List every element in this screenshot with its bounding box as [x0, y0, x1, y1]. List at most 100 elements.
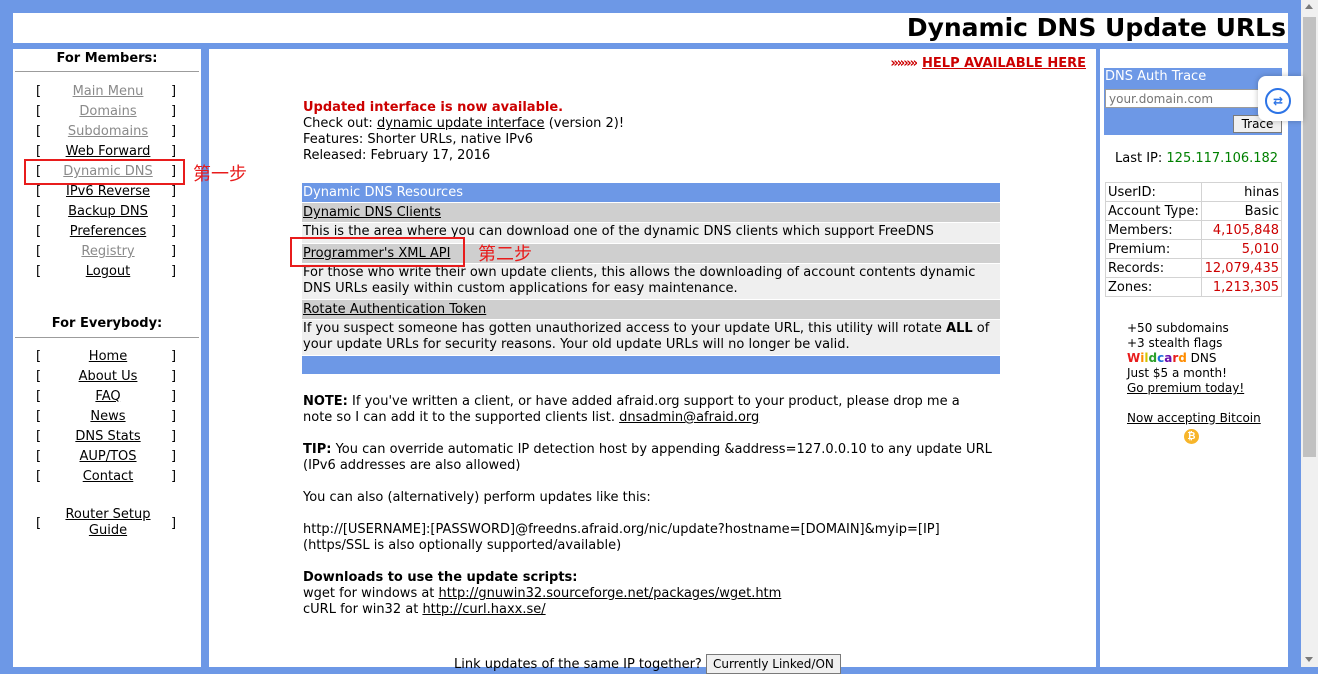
stats-label: Records:	[1104, 258, 1203, 278]
checkout-prefix: Check out:	[303, 116, 377, 131]
bracket-left: [	[36, 124, 42, 139]
dynamic-update-interface-link[interactable]: dynamic update interface	[377, 116, 545, 131]
bracket-left: [	[36, 469, 42, 484]
checkout-suffix: (version 2)!	[544, 116, 625, 131]
bracket-left: [	[36, 184, 42, 199]
alt-update-url: http://[USERNAME]:[PASSWORD]@freedns.afr…	[303, 522, 940, 537]
floating-widget[interactable]: ⇄	[1258, 76, 1303, 121]
bracket-right: ]	[171, 389, 177, 404]
go-premium-link[interactable]: Go premium today!	[1127, 381, 1244, 395]
help-arrows-icon: »»»»	[890, 56, 918, 71]
checkout-line: Check out: dynamic update interface (ver…	[303, 116, 624, 132]
sidebar-item-news[interactable]: [News]	[13, 407, 201, 427]
stats-value: 12,079,435	[1201, 258, 1282, 278]
resource-title-row: Dynamic DNS Clients	[302, 203, 1000, 223]
stats-value: 5,010	[1201, 239, 1282, 259]
page-scrollbar[interactable]	[1301, 0, 1318, 667]
wget-line: wget for windows at http://gnuwin32.sour…	[303, 586, 782, 601]
wget-link[interactable]: http://gnuwin32.sourceforge.net/packages…	[439, 586, 782, 601]
sidebar-item-aup-tos[interactable]: [AUP/TOS]	[13, 447, 201, 467]
features-line: Features: Shorter URLs, native IPv6	[303, 132, 533, 147]
stats-value: Basic	[1201, 201, 1282, 221]
sidebar-item-faq[interactable]: [ FAQ]	[13, 387, 201, 407]
resource-desc: For those who write their own update cli…	[302, 264, 1000, 300]
trace-domain-input[interactable]	[1105, 89, 1283, 108]
premium-promo: +50 subdomains +3 stealth flags Wildcard…	[1127, 321, 1261, 426]
scroll-thumb[interactable]	[1303, 17, 1316, 457]
stats-label: Zones:	[1104, 277, 1203, 297]
everybody-section-title: For Everybody:	[51, 316, 163, 331]
sidebar-link-subdomains[interactable]: Subdomains	[48, 122, 168, 142]
bracket-right: ]	[171, 469, 177, 484]
bracket-right: ]	[171, 349, 177, 364]
sidebar-item-home[interactable]: [Home]	[13, 347, 201, 367]
sidebar-item-contact[interactable]: [ Contact]	[13, 467, 201, 487]
stats-row: Zones: 1,213,305	[1104, 277, 1282, 297]
account-stats-table: UserID: hinas Account Type: Basic Members: 4,…	[1104, 182, 1282, 297]
scroll-down-arrow-icon[interactable]	[1305, 657, 1313, 662]
stats-value: 1,213,305	[1201, 277, 1282, 297]
stats-value: 4,105,848	[1201, 220, 1282, 240]
sidebar-link-router-setup-guide[interactable]: Router Setup Guide	[58, 507, 158, 539]
note-paragraph: NOTE: If you've written a client, or hav…	[303, 394, 960, 425]
bracket-left: [	[36, 429, 42, 444]
dynamic-dns-clients-link[interactable]: Dynamic DNS Clients	[303, 205, 441, 220]
sidebar-link-domains[interactable]: Domains	[48, 102, 168, 122]
bracket-left: [	[36, 369, 42, 384]
stats-label: Premium:	[1104, 239, 1203, 259]
scroll-up-arrow-icon[interactable]	[1305, 4, 1313, 9]
sidebar-link-dns-stats[interactable]: DNS Stats	[48, 427, 168, 447]
sidebar-link-main-menu[interactable]: Main Menu	[48, 82, 168, 102]
tip-paragraph: TIP: You can override automatic IP detec…	[303, 442, 992, 473]
bracket-left: [	[36, 449, 42, 464]
sidebar-link-faq[interactable]: FAQ	[48, 387, 168, 407]
linked-toggle-button[interactable]: Currently Linked/ON	[705, 654, 841, 674]
sidebar-item-logout[interactable]: [Logout]	[13, 262, 201, 282]
sidebar-item-ipv6-reverse[interactable]: [IPv6 Reverse]	[13, 182, 201, 202]
sidebar-link-registry[interactable]: Registry	[48, 242, 168, 262]
sidebar-item-dns-stats[interactable]: [DNS Stats]	[13, 427, 201, 447]
wildcard-letter: W	[1127, 351, 1141, 365]
sidebar-link-ipv6-reverse[interactable]: IPv6 Reverse	[48, 182, 168, 202]
sidebar-link-about-us[interactable]: About Us	[48, 367, 168, 387]
divider	[15, 71, 199, 72]
sidebar-link-preferences[interactable]: Preferences	[48, 222, 168, 242]
promo-wildcard: Wildcard DNS	[1127, 351, 1217, 365]
stats-label: Members:	[1104, 220, 1203, 240]
sidebar-item-router-setup-guide[interactable]: [Router Setup Guide]	[13, 507, 201, 541]
sidebar-item-about-us[interactable]: [About Us]	[13, 367, 201, 387]
rotate-auth-token-link[interactable]: Rotate Authentication Token	[303, 302, 486, 317]
right-sidebar: DNS Auth Trace Trace Last IP: 125.117.10…	[1100, 49, 1288, 667]
sidebar-item-subdomains[interactable]: [ Subdomains]	[13, 122, 201, 142]
step1-annotation: 第一步	[193, 164, 247, 185]
stats-row: UserID: hinas	[1104, 182, 1282, 202]
sidebar-link-aup-tos[interactable]: AUP/TOS	[48, 447, 168, 467]
resources-table: Dynamic DNS Resources Dynamic DNS Client…	[302, 183, 1000, 374]
left-sidebar: For Members: [Main Menu] [Domains] [Subdom…	[13, 49, 201, 667]
curl-link[interactable]: http://curl.haxx.se/	[422, 602, 545, 617]
bracket-right: ]	[171, 124, 177, 139]
bracket-left: [	[36, 204, 42, 219]
sidebar-link-home[interactable]: Home	[48, 347, 168, 367]
bitcoin-link[interactable]: Now accepting Bitcoin	[1127, 411, 1261, 425]
dns-trace-panel: DNS Auth Trace Trace	[1104, 68, 1283, 135]
sidebar-link-logout[interactable]: Logout	[48, 262, 168, 282]
promo-price: Just $5 a month!	[1127, 366, 1227, 380]
sidebar-link-contact[interactable]: Contact	[48, 467, 168, 487]
sidebar-item-preferences[interactable]: [Preferences]	[13, 222, 201, 242]
sidebar-link-backup-dns[interactable]: Backup DNS	[48, 202, 168, 222]
sidebar-item-registry[interactable]: [Registry]	[13, 242, 201, 262]
admin-email-link[interactable]: dnsadmin@afraid.org	[619, 410, 759, 425]
help-link[interactable]: HELP AVAILABLE HERE	[922, 56, 1086, 71]
link-updates-row: Link updates of the same IP together? Cu…	[454, 654, 841, 674]
divider	[15, 337, 199, 338]
sidebar-item-main-menu[interactable]: [Main Menu]	[13, 82, 201, 102]
translate-icon[interactable]: ⇄	[1265, 88, 1291, 114]
bracket-left: [	[36, 389, 42, 404]
sidebar-item-backup-dns[interactable]: [Backup DNS]	[13, 202, 201, 222]
sidebar-link-news[interactable]: News	[48, 407, 168, 427]
sidebar-item-domains[interactable]: [Domains]	[13, 102, 201, 122]
resource-desc: If you suspect someone has gotten unauth…	[302, 320, 1000, 356]
stats-row: Account Type: Basic	[1104, 201, 1282, 221]
bracket-right: ]	[171, 409, 177, 424]
